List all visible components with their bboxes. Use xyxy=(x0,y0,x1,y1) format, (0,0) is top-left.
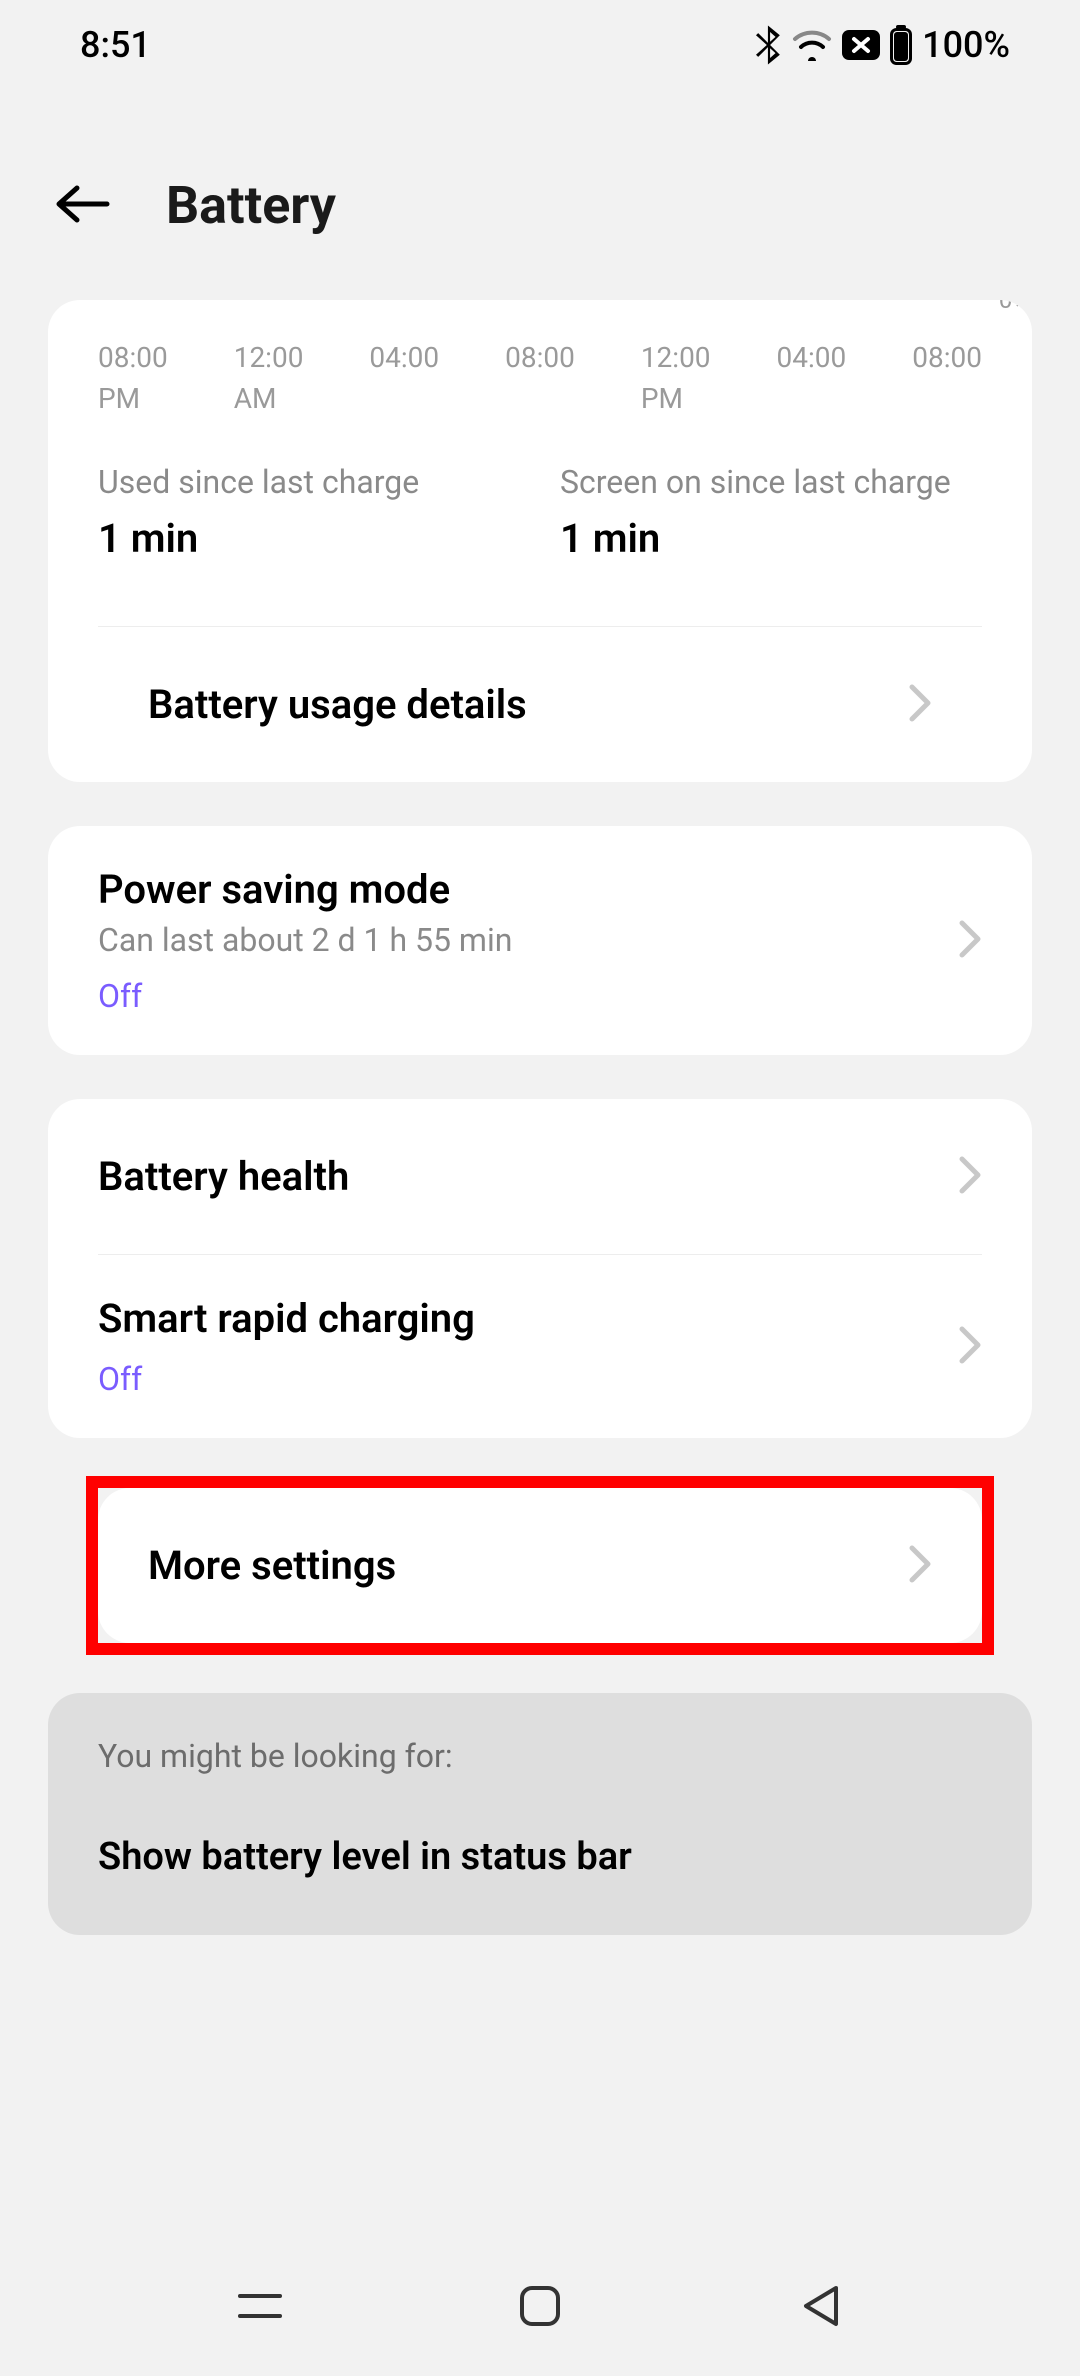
nav-bar xyxy=(0,2236,1080,2376)
suggestion-label: You might be looking for: xyxy=(98,1737,982,1775)
stat-label: Used since last charge xyxy=(98,463,520,501)
tick: 12:00AM xyxy=(234,338,304,419)
tick: 08:00PM xyxy=(98,338,168,419)
row-title: More settings xyxy=(148,1542,884,1589)
chevron-right-icon xyxy=(958,919,982,963)
more-settings-card: More settings xyxy=(98,1488,982,1643)
suggestion-card: You might be looking for: Show battery l… xyxy=(48,1693,1032,1935)
wifi-icon xyxy=(792,29,832,61)
stat-value: 1 min xyxy=(560,515,982,562)
stat-screen: Screen on since last charge 1 min xyxy=(560,463,982,562)
row-title: Battery usage details xyxy=(148,681,884,728)
highlight-annotation: More settings xyxy=(86,1476,994,1655)
battery-health-row[interactable]: Battery health xyxy=(48,1099,1032,1254)
row-title: Smart rapid charging xyxy=(98,1295,934,1342)
tick: 08:00 xyxy=(505,338,575,419)
chevron-right-icon xyxy=(958,1155,982,1199)
tick: 04:00 xyxy=(777,338,847,419)
health-card: Battery health Smart rapid charging Off xyxy=(48,1099,1032,1438)
row-status: Off xyxy=(98,1360,934,1398)
status-time: 8:51 xyxy=(80,24,151,66)
status-bar: 8:51 100% xyxy=(0,0,1080,90)
row-status: Off xyxy=(98,977,934,1015)
back-icon[interactable] xyxy=(55,184,111,228)
stat-used: Used since last charge 1 min xyxy=(98,463,520,562)
tick: 04:00 xyxy=(369,338,439,419)
chart-zero-label: 0% xyxy=(999,300,1030,314)
status-right: 100% xyxy=(756,24,1010,66)
stat-value: 1 min xyxy=(98,515,520,562)
power-saving-card: Power saving mode Can last about 2 d 1 h… xyxy=(48,826,1032,1055)
row-sub: Can last about 2 d 1 h 55 min xyxy=(98,921,934,959)
row-title: Power saving mode xyxy=(98,866,934,913)
smart-rapid-charging-row[interactable]: Smart rapid charging Off xyxy=(48,1255,1032,1438)
status-battery-pct: 100% xyxy=(922,24,1010,66)
stat-label: Screen on since last charge xyxy=(560,463,982,501)
chevron-right-icon xyxy=(908,1544,932,1588)
power-saving-row[interactable]: Power saving mode Can last about 2 d 1 h… xyxy=(48,826,1032,1055)
chart-x-ticks: 08:00PM 12:00AM 04:00 08:00 12:00PM 04:0… xyxy=(98,308,982,463)
header: Battery xyxy=(0,90,1080,296)
nav-recent-button[interactable] xyxy=(230,2276,290,2336)
chevron-right-icon xyxy=(958,1325,982,1369)
page-title: Battery xyxy=(166,175,336,236)
tick: 08:00 xyxy=(912,338,982,419)
dnd-icon xyxy=(842,30,880,60)
more-settings-row[interactable]: More settings xyxy=(98,1488,982,1643)
battery-chart: 0% xyxy=(98,300,982,308)
battery-chart-card: 0% 08:00PM 12:00AM 04:00 08:00 12:00PM 0… xyxy=(48,300,1032,782)
suggestion-link[interactable]: Show battery level in status bar xyxy=(98,1835,982,1879)
chevron-right-icon xyxy=(908,683,932,727)
bluetooth-icon xyxy=(756,25,782,65)
battery-usage-details-row[interactable]: Battery usage details xyxy=(98,627,982,782)
battery-stats: Used since last charge 1 min Screen on s… xyxy=(98,463,982,626)
row-title: Battery health xyxy=(98,1153,934,1200)
tick: 12:00PM xyxy=(641,338,711,419)
nav-back-button[interactable] xyxy=(790,2276,850,2336)
content[interactable]: 0% 08:00PM 12:00AM 04:00 08:00 12:00PM 0… xyxy=(0,300,1080,1979)
battery-icon xyxy=(890,25,912,65)
nav-home-button[interactable] xyxy=(510,2276,570,2336)
